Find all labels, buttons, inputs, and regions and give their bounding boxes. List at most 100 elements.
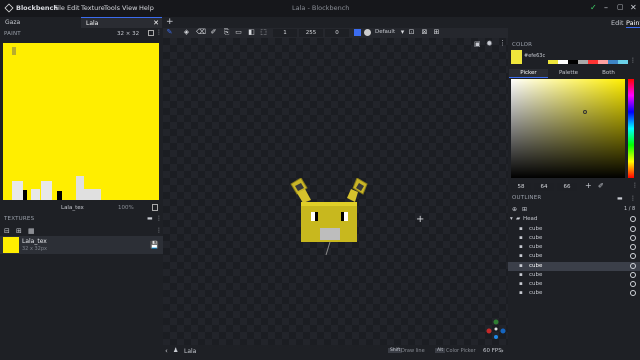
add-cube-icon[interactable]: ⊕ xyxy=(512,206,517,213)
paint-toggle-icon[interactable] xyxy=(148,30,154,36)
create-texture-icon[interactable]: ⊞ xyxy=(16,227,22,235)
hue-slider[interactable] xyxy=(628,79,634,178)
visibility-eye-icon[interactable] xyxy=(630,290,636,296)
chevron-down-icon[interactable]: ▾ xyxy=(399,29,406,36)
3d-viewport[interactable]: ▣ ✹ ⋮ + xyxy=(163,38,508,345)
model-head[interactable] xyxy=(283,178,383,258)
outliner-cube-row[interactable]: ▪ cube xyxy=(508,243,640,252)
visibility-eye-icon[interactable] xyxy=(630,281,636,287)
menu-file[interactable]: File xyxy=(54,4,65,12)
viewport-menu-icon[interactable]: ⋮ xyxy=(499,39,506,47)
import-texture-icon[interactable]: ⊟ xyxy=(4,227,10,235)
close-tab-icon[interactable]: ✕ xyxy=(153,19,159,27)
outliner-group-head[interactable]: ▾ ▰ Head xyxy=(508,215,640,224)
collapse-icon[interactable]: ▬ xyxy=(617,195,623,202)
screenshot-icon[interactable]: ▣ xyxy=(474,40,481,48)
brush-tool-icon[interactable]: ✎ xyxy=(166,29,173,36)
color-tab-picker[interactable]: Picker xyxy=(509,69,548,78)
visibility-eye-icon[interactable] xyxy=(630,235,636,241)
menu-tools[interactable]: Tools xyxy=(104,4,120,12)
checkmark-icon[interactable]: ✓ xyxy=(590,3,597,12)
brush-opacity-field[interactable]: 255 xyxy=(299,29,323,37)
lock-alpha-icon[interactable]: ⊠ xyxy=(421,29,428,36)
gradient-icon[interactable]: ◧ xyxy=(248,29,255,36)
palette-swatch[interactable] xyxy=(548,60,558,64)
lighting-icon[interactable]: ✹ xyxy=(486,39,493,48)
axis-gizmo[interactable] xyxy=(485,318,507,340)
brush-softness-field[interactable]: 0 xyxy=(325,29,349,37)
palette-swatch[interactable] xyxy=(598,60,608,64)
saturation-value-picker[interactable] xyxy=(511,79,625,178)
visibility-eye-icon[interactable] xyxy=(630,272,636,278)
mirror-icon[interactable]: ⊡ xyxy=(408,29,415,36)
outliner-cube-row[interactable]: ▪ cube xyxy=(508,280,640,289)
copy-brush-icon[interactable]: ⎘ xyxy=(223,29,230,36)
brush-size-field[interactable]: 1 xyxy=(273,29,297,37)
palette-swatch[interactable] xyxy=(618,60,628,64)
mode-edit[interactable]: Edit xyxy=(611,19,624,27)
round-brush-icon[interactable] xyxy=(364,29,371,36)
visibility-eye-icon[interactable] xyxy=(630,226,636,232)
palette-swatch[interactable] xyxy=(568,60,578,64)
panel-menu-icon[interactable]: ⋮ xyxy=(156,215,162,222)
palette-swatch[interactable] xyxy=(588,60,598,64)
color-picker-handle[interactable] xyxy=(583,110,587,114)
color-palette-strip[interactable] xyxy=(548,60,628,64)
canvas-fit-icon[interactable] xyxy=(152,204,158,211)
chevron-left-icon[interactable]: ‹ xyxy=(165,347,168,355)
outliner-cube-row[interactable]: ▪ cube xyxy=(508,225,640,234)
color-v-field[interactable]: 66 xyxy=(557,183,577,191)
outliner-cube-row[interactable]: ▪ cube xyxy=(508,234,640,243)
panel-menu-icon[interactable]: ⋮ xyxy=(632,182,638,189)
fill-tool-icon[interactable]: ◈ xyxy=(183,29,190,36)
add-group-icon[interactable]: ⊞ xyxy=(522,206,527,213)
chevron-down-icon[interactable]: ▾ xyxy=(510,215,513,224)
visibility-eye-icon[interactable] xyxy=(630,253,636,259)
minimize-icon[interactable]: – xyxy=(604,3,608,12)
color-s-field[interactable]: 64 xyxy=(534,183,554,191)
texture-list-item[interactable]: Lala_tex 32 x 32px 💾 xyxy=(0,236,163,254)
menu-edit[interactable]: Edit xyxy=(67,4,80,12)
shape-tool-icon[interactable]: ▭ xyxy=(235,29,242,36)
close-icon[interactable]: ✕ xyxy=(630,3,637,12)
maximize-icon[interactable]: ▢ xyxy=(617,3,624,11)
selection-tool-icon[interactable]: ⬚ xyxy=(260,29,267,36)
palette-swatch[interactable] xyxy=(608,60,618,64)
palette-swatch[interactable] xyxy=(578,60,588,64)
chevron-right-icon[interactable]: › xyxy=(501,347,504,355)
outliner-cube-row-selected[interactable]: ▪ cube xyxy=(508,262,640,271)
mode-paint[interactable]: Paint xyxy=(626,19,640,28)
outliner-cube-row[interactable]: ▪ cube xyxy=(508,289,640,298)
square-brush-icon[interactable] xyxy=(354,29,361,36)
menu-help[interactable]: Help xyxy=(139,4,154,12)
color-tab-palette[interactable]: Palette xyxy=(549,69,588,78)
panel-menu-icon[interactable]: ⋮ xyxy=(156,29,162,36)
eyedropper-icon[interactable]: ✐ xyxy=(598,182,604,190)
new-tab-icon[interactable]: + xyxy=(166,17,174,27)
visibility-eye-icon[interactable] xyxy=(630,216,636,222)
texture-grid-icon[interactable]: ▦ xyxy=(28,227,35,235)
color-picker-icon[interactable]: ✐ xyxy=(210,29,217,36)
texture-paint-canvas[interactable] xyxy=(3,43,159,200)
visibility-eye-icon[interactable] xyxy=(630,263,636,269)
save-texture-icon[interactable]: 💾 xyxy=(150,241,159,249)
palette-swatch[interactable] xyxy=(558,60,568,64)
outliner-cube-row[interactable]: ▪ cube xyxy=(508,271,640,280)
panel-menu-icon[interactable]: ⋮ xyxy=(156,227,162,234)
grid-icon[interactable]: ⊞ xyxy=(433,29,440,36)
tab-gaza[interactable]: Gaza xyxy=(0,17,81,28)
color-h-field[interactable]: 58 xyxy=(511,183,531,191)
outliner-cube-row[interactable]: ▪ cube xyxy=(508,252,640,261)
visibility-eye-icon[interactable] xyxy=(630,244,636,250)
color-tab-both[interactable]: Both xyxy=(589,69,628,78)
color-hex-value[interactable]: #efe63c xyxy=(524,53,545,59)
menu-view[interactable]: View xyxy=(122,4,137,12)
add-color-icon[interactable]: + xyxy=(585,181,592,190)
current-color-swatch[interactable] xyxy=(511,50,522,64)
blend-mode-select[interactable]: Default xyxy=(375,29,395,35)
tab-lala[interactable]: Lala ✕ xyxy=(81,17,162,28)
panel-menu-icon[interactable]: ⋮ xyxy=(630,57,636,64)
eraser-icon[interactable]: ⌫ xyxy=(196,29,206,36)
collapse-icon[interactable]: ▬ xyxy=(147,215,153,222)
panel-menu-icon[interactable]: ⋮ xyxy=(630,195,636,202)
